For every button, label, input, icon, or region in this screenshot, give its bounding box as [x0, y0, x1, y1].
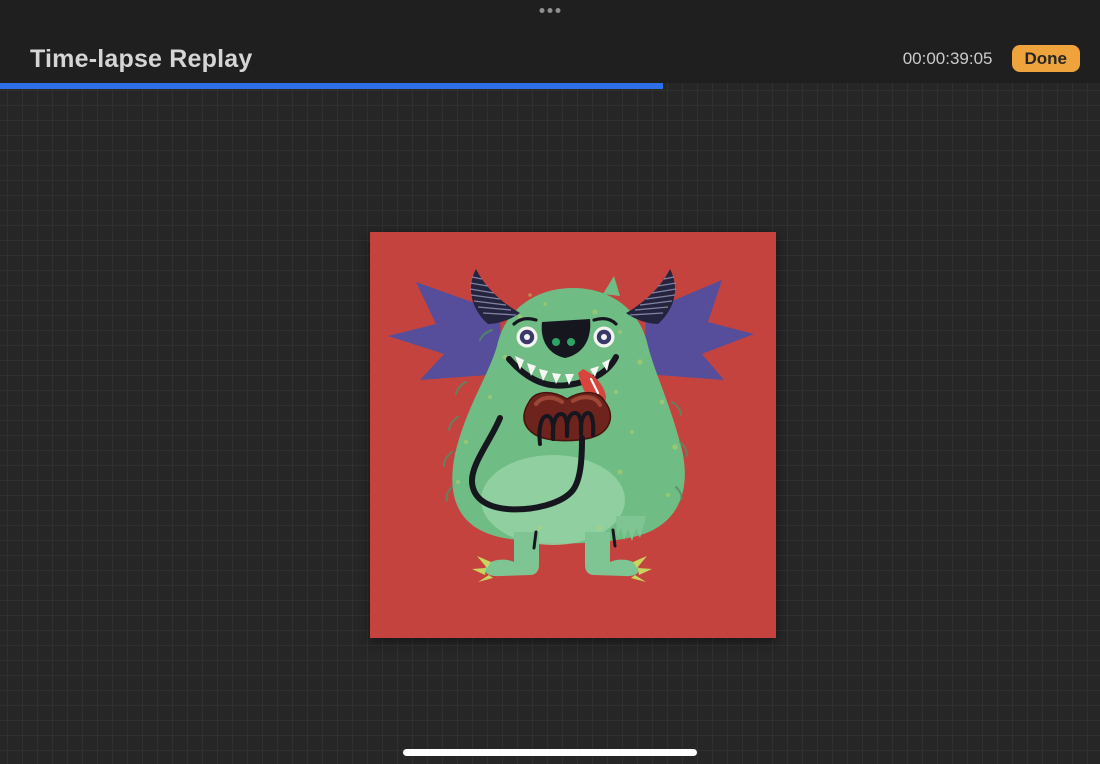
header-right-group: 00:00:39:05 Done — [903, 45, 1080, 72]
artwork-canvas[interactable] — [370, 232, 776, 638]
multitask-indicator-icon[interactable] — [540, 8, 561, 13]
screen: { "header": { "title": "Time-lapse Repla… — [0, 0, 1100, 764]
home-indicator-icon[interactable] — [403, 749, 697, 756]
left-eye — [517, 327, 538, 348]
right-nostril — [567, 338, 575, 346]
right-eye — [594, 327, 615, 348]
monster-illustration — [370, 232, 776, 638]
multitask-dot — [540, 8, 545, 13]
replay-progress-fill[interactable] — [0, 83, 663, 89]
left-nostril — [552, 338, 560, 346]
done-button[interactable]: Done — [1012, 45, 1081, 72]
header-bar: Time-lapse Replay 00:00:39:05 Done — [0, 0, 1100, 83]
multitask-dot — [548, 8, 553, 13]
timelapse-timestamp: 00:00:39:05 — [903, 49, 993, 69]
multitask-dot — [556, 8, 561, 13]
page-title: Time-lapse Replay — [30, 45, 252, 74]
